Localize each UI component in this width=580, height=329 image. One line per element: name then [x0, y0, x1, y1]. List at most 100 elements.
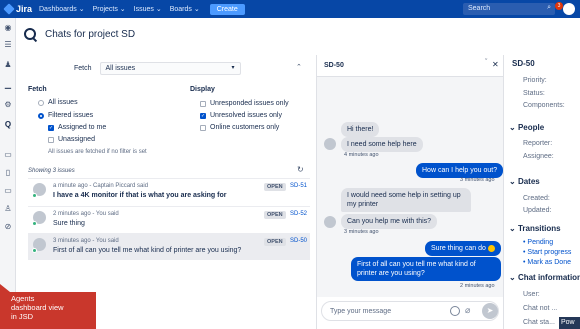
nav-projects[interactable]: Projects ⌄ [93, 5, 126, 13]
issue-row-sd-50[interactable]: 3 minutes ago - You said First of all ca… [28, 233, 310, 260]
page-title: Chats for project SD [45, 28, 136, 40]
field-assignee: Assignee: [523, 153, 554, 160]
message-time: 3 minutes ago [344, 229, 379, 235]
transition-start-progress[interactable]: • Start progress [523, 249, 571, 256]
create-button[interactable]: Create [209, 3, 245, 15]
message-input[interactable]: Type your message ⌀ ➤ [321, 301, 499, 321]
dates-section[interactable]: ⌄ Dates [509, 177, 540, 186]
emoji-icon[interactable] [450, 306, 460, 316]
check-assigned-to-me[interactable]: ✓ Assigned to me [48, 124, 106, 131]
chat-message: Sure thing can do [425, 241, 501, 256]
chat-message: I would need some help in setting up my p… [341, 188, 471, 212]
notifications-badge[interactable]: 3 [555, 2, 563, 10]
check-unassigned[interactable]: Unassigned [48, 136, 95, 143]
monitor-icon[interactable]: ▭ [3, 186, 13, 195]
chevron-down-icon: ⌄ [509, 123, 518, 132]
issue-key-link[interactable]: SD-50 [290, 238, 307, 244]
nav-dashboards[interactable]: Dashboards ⌄ [39, 5, 85, 13]
issue-message: First of all can you tell me what kind o… [53, 247, 242, 254]
issue-key-link[interactable]: SD-51 [290, 183, 307, 189]
refresh-icon[interactable]: ↻ [297, 165, 304, 174]
powered-by-badge[interactable]: Pow [559, 317, 580, 329]
issue-row-sd-52[interactable]: 2 minutes ago - You said Sure thing OPEN… [28, 206, 310, 233]
message-time: 2 minutes ago [460, 283, 495, 289]
left-rail: ◉ ☰ ♟ ▁ ⚙ Q ▭ ▯ ▭ ♙ ⊘ [0, 18, 16, 329]
field-chat-notes: Chat not ... [523, 305, 558, 312]
online-indicator [32, 193, 37, 198]
close-icon[interactable]: ✕ [492, 60, 499, 69]
fetch-select[interactable]: All issues ▾ [99, 62, 241, 75]
jira-logo[interactable]: Jira [3, 3, 39, 15]
attach-icon[interactable]: ⌀ [465, 305, 470, 316]
checkbox-icon [200, 100, 206, 107]
chevron-down-icon: ⌄ [509, 273, 518, 282]
channels-icon[interactable]: ▭ [3, 150, 13, 159]
avatar [324, 138, 336, 150]
status-badge: OPEN [264, 238, 286, 246]
chat-app-icon[interactable]: Q [3, 120, 13, 129]
field-status: Status: [523, 90, 545, 97]
issue-meta: a minute ago - Captain Piccard said [53, 183, 149, 189]
transition-mark-as-done[interactable]: • Mark as Done [523, 259, 571, 266]
fetch-note: All issues are fetched if no filter is s… [48, 149, 147, 155]
explore-icon[interactable]: ⊘ [3, 222, 13, 231]
avatar [324, 216, 336, 228]
smile-emoji-icon [487, 244, 495, 252]
chat-issue-key[interactable]: SD-50 [324, 62, 344, 69]
user-avatar[interactable] [563, 3, 575, 15]
check-unresolved-only[interactable]: ✓ Unresolved issues only [200, 112, 282, 119]
radio-all-issues[interactable]: All issues [38, 99, 78, 106]
chat-message: How can I help you out? [416, 163, 504, 178]
issue-meta: 2 minutes ago - You said [53, 211, 119, 217]
field-priority: Priority: [523, 77, 547, 84]
check-unresponded-only[interactable]: Unresponded issues only [200, 100, 289, 107]
issue-meta: 3 minutes ago - You said [53, 238, 119, 244]
radio-filtered-issues[interactable]: Filtered issues [38, 112, 93, 119]
fetch-section-title: Fetch [28, 86, 47, 93]
customers-icon[interactable]: ♟ [3, 60, 13, 69]
display-section-title: Display [190, 86, 215, 93]
issue-key-link[interactable]: SD-52 [290, 211, 307, 217]
chat-info-section[interactable]: ⌄ Chat information [509, 273, 580, 282]
search-input[interactable]: Search ⌕ [463, 3, 555, 15]
radio-selected-icon [38, 112, 44, 119]
nav-issues[interactable]: Issues ⌄ [134, 5, 162, 13]
kb-icon[interactable]: ⚙ [3, 100, 13, 109]
fetch-row: Fetch All issues ▾ [74, 62, 241, 75]
transitions-section[interactable]: ⌄ Transitions [509, 224, 561, 233]
queues-icon[interactable]: ☰ [3, 40, 13, 49]
minimize-icon[interactable]: ˇ [485, 59, 487, 66]
chat-app-logo-icon [24, 28, 36, 40]
page-header: Chats for project SD [24, 28, 135, 40]
reports-icon[interactable]: ▁ [3, 80, 13, 89]
issue-message: I have a 4K monitor if that is what you … [53, 192, 227, 199]
chat-message: Can you help me with this? [341, 214, 438, 229]
send-button[interactable]: ➤ [482, 303, 498, 319]
issue-count: Showing 3 issues [28, 168, 75, 174]
chevron-down-icon: ⌄ [509, 177, 518, 186]
checkbox-icon [200, 124, 206, 131]
status-badge: OPEN [264, 211, 286, 219]
chat-messages: Hi there! I need some help here 4 minute… [317, 77, 504, 297]
nav-boards[interactable]: Boards ⌄ [170, 5, 200, 13]
field-chat-status: Chat sta... [523, 319, 555, 326]
message-placeholder: Type your message [330, 308, 392, 315]
message-time: 4 minutes ago [344, 152, 379, 158]
chat-header: SD-50 ˇ ✕ [317, 55, 503, 77]
top-nav: Jira Dashboards ⌄ Projects ⌄ Issues ⌄ Bo… [0, 0, 580, 18]
search-icon: ⌕ [547, 4, 551, 11]
collapse-filters-icon[interactable]: ⌃ [296, 63, 302, 71]
caption-overlay: Agents dashboard view in JSD [0, 284, 96, 329]
chevron-down-icon: ▾ [231, 65, 235, 71]
project-avatar-icon[interactable]: ◉ [3, 23, 13, 32]
transition-pending[interactable]: • Pending [523, 239, 553, 246]
checkbox-checked-icon: ✓ [200, 112, 206, 119]
add-people-icon[interactable]: ♙ [3, 204, 13, 213]
check-online-only[interactable]: Online customers only [200, 124, 279, 131]
pages-icon[interactable]: ▯ [3, 168, 13, 177]
issue-row-sd-51[interactable]: a minute ago - Captain Piccard said I ha… [28, 178, 310, 205]
online-indicator [32, 221, 37, 226]
online-indicator [32, 248, 37, 253]
people-section[interactable]: ⌄ People [509, 123, 544, 132]
details-panel: SD-50 Priority: Status: Components: ⌄ Pe… [505, 55, 580, 329]
